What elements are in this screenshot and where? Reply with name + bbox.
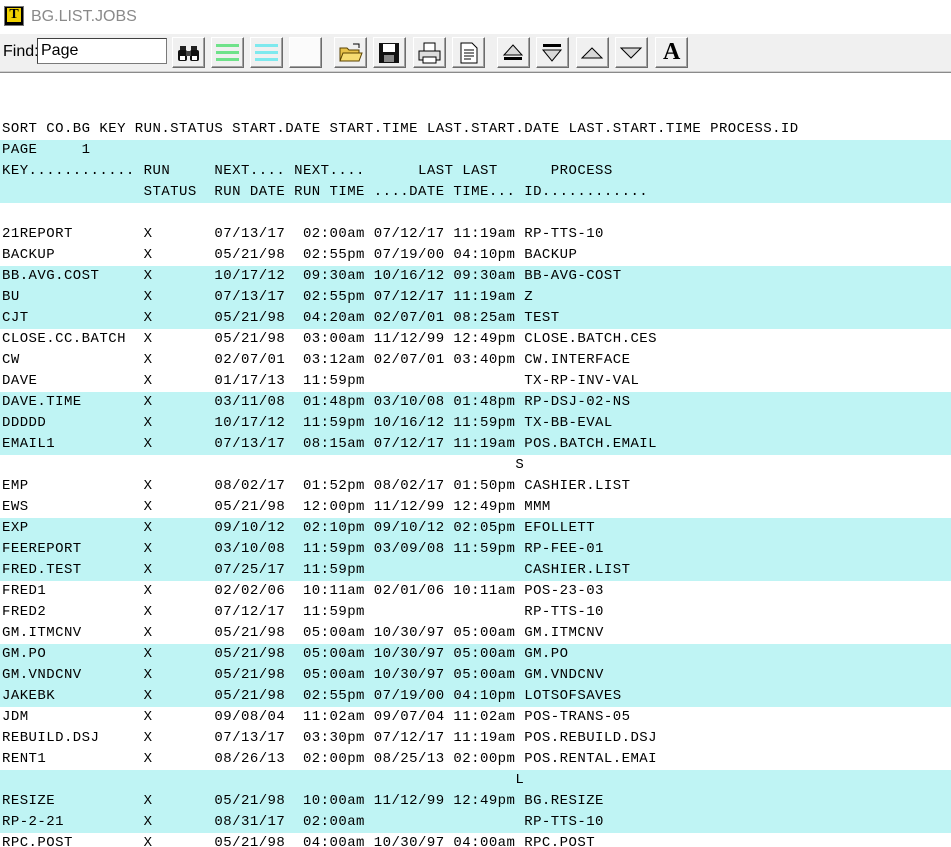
print-button[interactable] — [413, 37, 446, 68]
scroll-top-icon — [502, 44, 524, 60]
find-input[interactable] — [37, 38, 167, 64]
report-line: DDDDD X 10/17/12 11:59pm 10/16/12 11:59p… — [2, 415, 613, 431]
report-line: EXP X 09/10/12 02:10pm 09/10/12 02:05pm … — [2, 520, 596, 536]
report-line: CW X 02/07/01 03:12am 02/07/01 03:40pm C… — [2, 352, 631, 368]
report-line: RESIZE X 05/21/98 10:00am 11/12/99 12:49… — [2, 793, 604, 809]
report-line: STATUS RUN DATE RUN TIME ....DATE TIME..… — [2, 184, 649, 200]
report-line: EWS X 05/21/98 12:00pm 11/12/99 12:49pm … — [2, 499, 551, 515]
report-line: GM.PO X 05/21/98 05:00am 10/30/97 05:00a… — [2, 646, 569, 662]
scroll-down-button[interactable] — [615, 37, 648, 68]
scroll-down-icon — [620, 47, 643, 59]
report-line: FRED2 X 07/12/17 11:59pm RP-TTS-10 — [2, 604, 604, 620]
report-line: BACKUP X 05/21/98 02:55pm 07/19/00 04:10… — [2, 247, 578, 263]
report-line: RPC.POST X 05/21/98 04:00am 10/30/97 04:… — [2, 835, 596, 847]
scroll-top-button[interactable] — [497, 37, 530, 68]
green-lines-icon — [216, 44, 239, 61]
report-line: DAVE X 01/17/13 11:59pm TX-RP-INV-VAL — [2, 373, 640, 389]
report-line: FEEREPORT X 03/10/08 11:59pm 03/09/08 11… — [2, 541, 604, 557]
report-line: GM.ITMCNV X 05/21/98 05:00am 10/30/97 05… — [2, 625, 604, 641]
report-line — [2, 77, 951, 98]
report-line: FRED.TEST X 07/25/17 11:59pm CASHIER.LIS… — [2, 562, 631, 578]
report-line: REBUILD.DSJ X 07/13/17 03:30pm 07/12/17 … — [2, 730, 658, 746]
report-line: S — [2, 457, 525, 473]
report-line: BU X 07/13/17 02:55pm 07/12/17 11:19am Z — [2, 289, 534, 305]
report-line: DAVE.TIME X 03/11/08 01:48pm 03/10/08 01… — [2, 394, 631, 410]
report-line: EMP X 08/02/17 01:52pm 08/02/17 01:50pm … — [2, 478, 631, 494]
scroll-up-icon — [581, 47, 604, 59]
report-view[interactable]: SORT CO.BG KEY RUN.STATUS START.DATE STA… — [0, 72, 951, 847]
report-line: BB.AVG.COST X 10/17/12 09:30am 10/16/12 … — [2, 268, 622, 284]
binoculars-icon — [178, 46, 199, 61]
toolbar: Find: Page A — [0, 34, 951, 72]
scroll-bottom-icon — [541, 44, 563, 62]
blank-icon — [294, 42, 318, 64]
report-line: JAKEBK X 05/21/98 02:55pm 07/19/00 04:10… — [2, 688, 622, 704]
report-line: RENT1 X 08/26/13 02:00pm 08/25/13 02:00p… — [2, 751, 658, 767]
open-button[interactable] — [334, 37, 367, 68]
blank-button[interactable] — [289, 37, 322, 68]
report-line: GM.VNDCNV X 05/21/98 05:00am 10/30/97 05… — [2, 667, 604, 683]
save-disk-icon — [379, 43, 399, 63]
cyan-bars-button[interactable] — [250, 37, 283, 68]
font-icon: A — [663, 39, 681, 65]
report-line: CJT X 05/21/98 04:20am 02/07/01 08:25am … — [2, 310, 560, 326]
report-line: L — [2, 772, 525, 788]
report-line: PAGE 1 — [2, 142, 91, 158]
report-line: KEY............ RUN NEXT.... NEXT.... LA… — [2, 163, 613, 179]
open-folder-icon — [339, 43, 363, 62]
save-button[interactable] — [373, 37, 406, 68]
document-icon — [460, 42, 478, 64]
print-icon — [418, 42, 441, 64]
report-line: CLOSE.CC.BATCH X 05/21/98 03:00am 11/12/… — [2, 331, 658, 347]
scroll-bottom-button[interactable] — [536, 37, 569, 68]
report-line: EMAIL1 X 07/13/17 08:15am 07/12/17 11:19… — [2, 436, 658, 452]
app-logo-icon: T — [4, 6, 24, 26]
document-button[interactable] — [452, 37, 485, 68]
report-line — [2, 203, 951, 224]
find-button[interactable] — [172, 37, 205, 68]
green-bars-button[interactable] — [211, 37, 244, 68]
find-label: Find: — [3, 43, 39, 60]
window-title: BG.LIST.JOBS — [31, 8, 137, 25]
report-line: RP-2-21 X 08/31/17 02:00am RP-TTS-10 — [2, 814, 604, 830]
scroll-up-button[interactable] — [576, 37, 609, 68]
report-line: JDM X 09/08/04 11:02am 09/07/04 11:02am … — [2, 709, 631, 725]
report-line: FRED1 X 02/02/06 10:11am 02/01/06 10:11a… — [2, 583, 604, 599]
cyan-lines-icon — [255, 44, 278, 61]
report-line — [2, 98, 951, 119]
title-bar: T BG.LIST.JOBS — [0, 0, 951, 34]
font-button[interactable]: A — [655, 37, 688, 68]
report-line: 21REPORT X 07/13/17 02:00am 07/12/17 11:… — [2, 226, 604, 242]
report-line: SORT CO.BG KEY RUN.STATUS START.DATE STA… — [2, 121, 799, 137]
